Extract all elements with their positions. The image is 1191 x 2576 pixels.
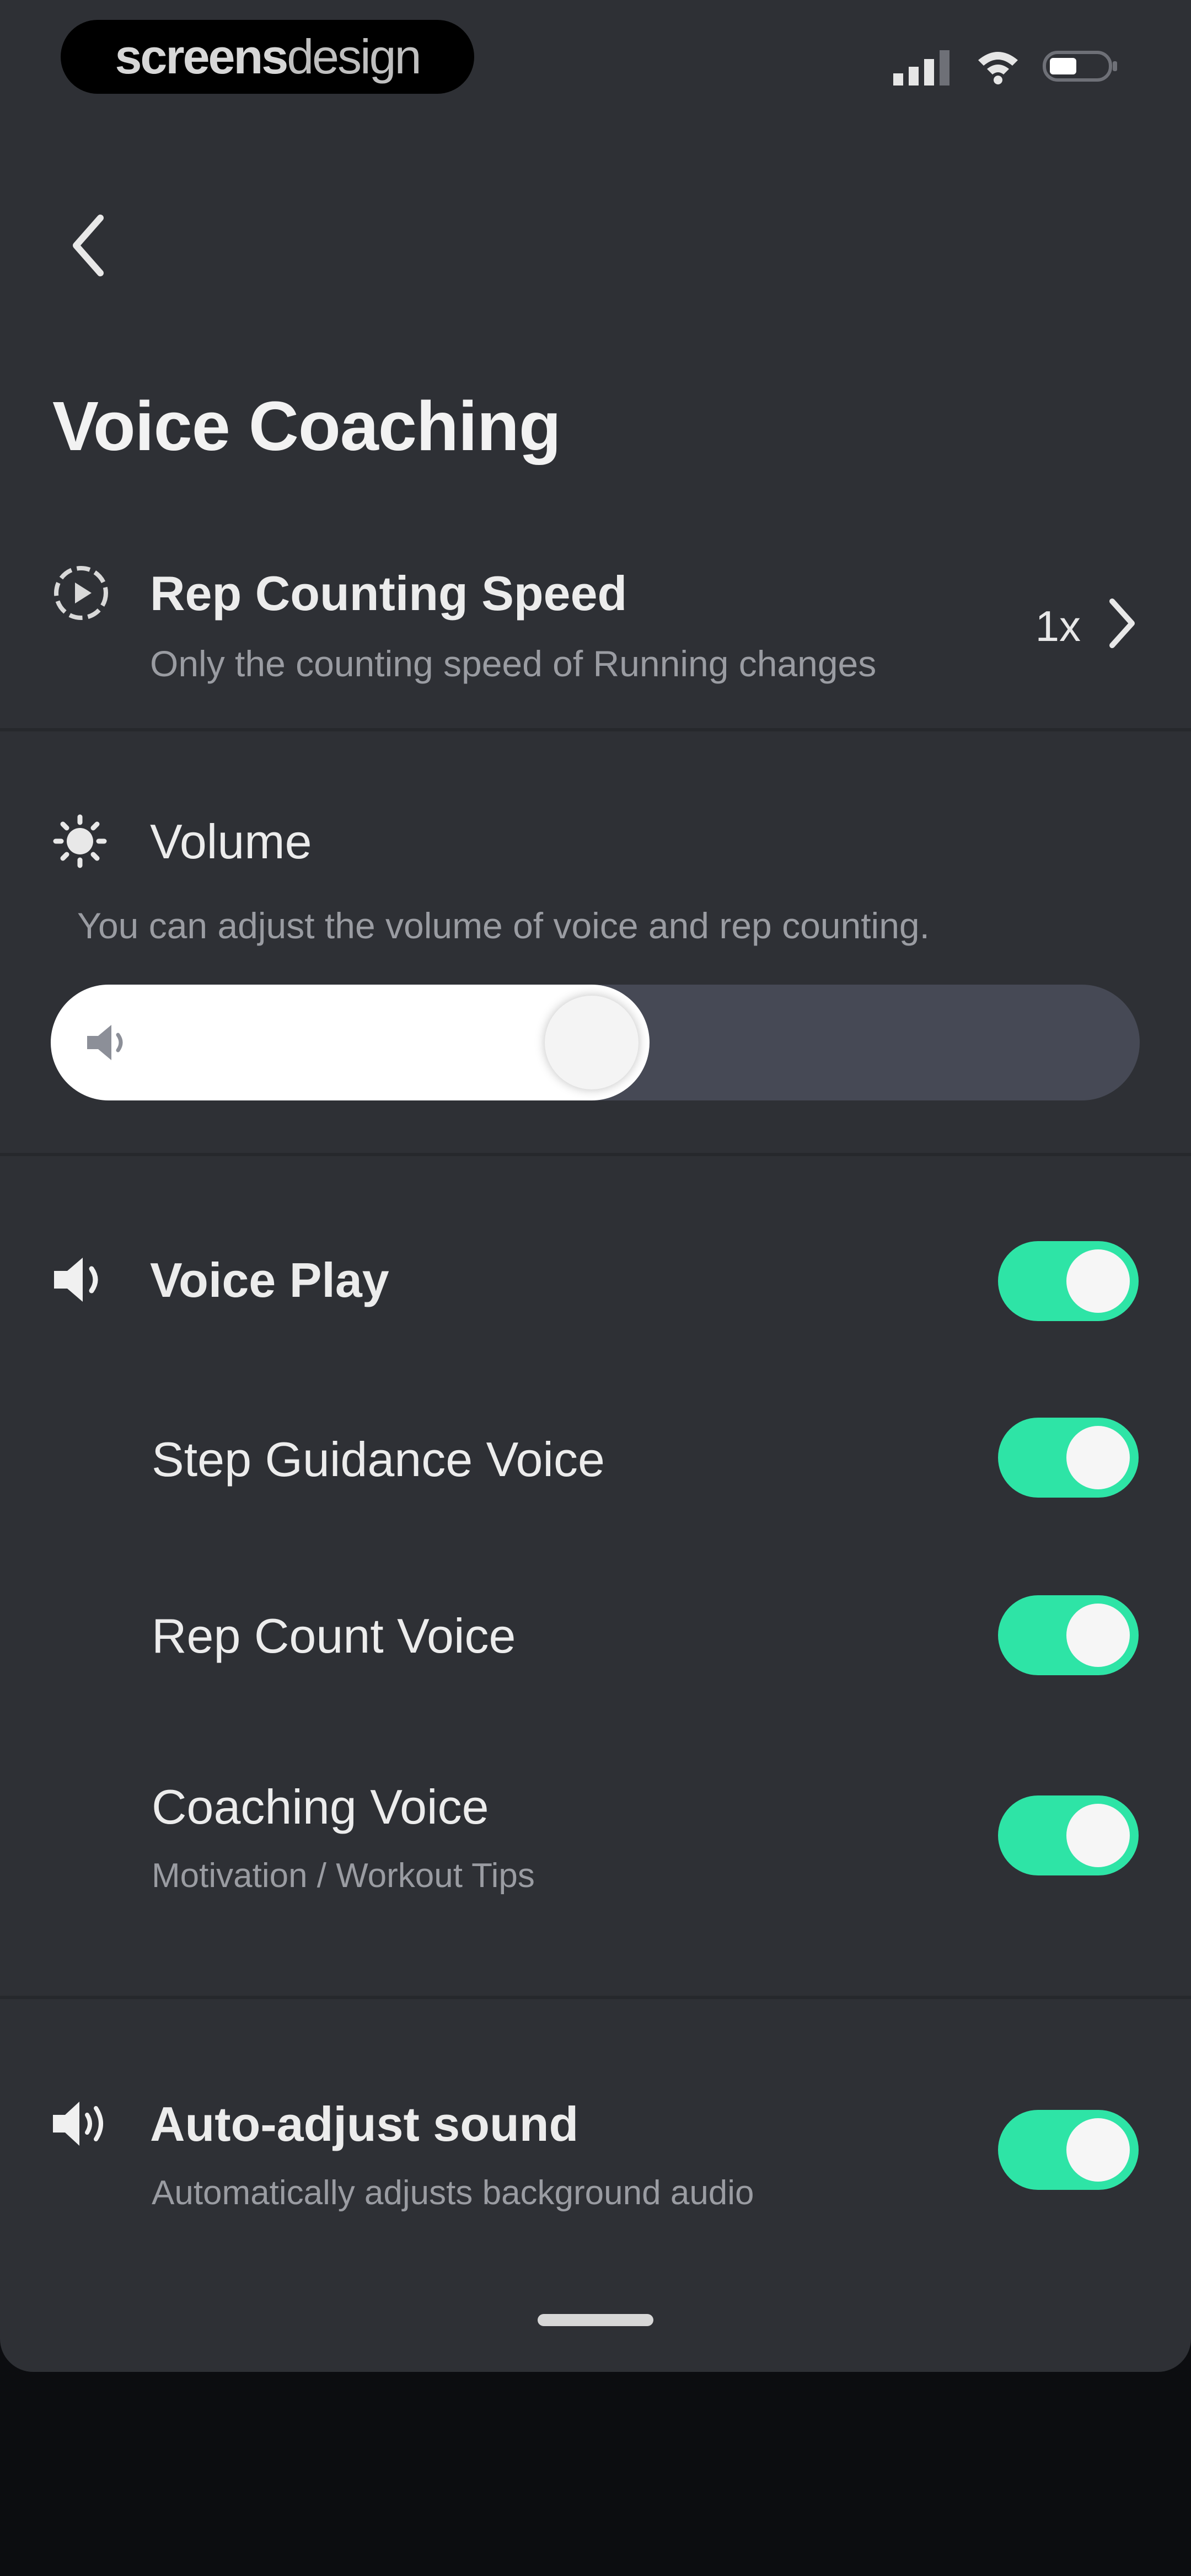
signal-icon <box>893 50 949 85</box>
auto-adjust-subtitle: Automatically adjusts background audio <box>152 2174 754 2212</box>
back-button[interactable] <box>55 210 121 281</box>
volume-subtitle: You can adjust the volume of voice and r… <box>77 905 930 946</box>
volume-title: Volume <box>150 814 312 869</box>
sun-icon <box>52 814 108 869</box>
home-indicator <box>538 2314 653 2326</box>
toggle-knob <box>1066 1604 1130 1667</box>
auto-adjust-toggle[interactable] <box>998 2110 1139 2190</box>
toggle-knob <box>1066 1249 1130 1313</box>
chevron-right-icon <box>1106 596 1139 654</box>
divider <box>0 1153 1191 1156</box>
toggle-knob <box>1066 1804 1130 1867</box>
rep-count-toggle[interactable] <box>998 1595 1139 1675</box>
rep-count-title: Rep Count Voice <box>152 1608 516 1663</box>
step-guidance-title: Step Guidance Voice <box>152 1432 605 1487</box>
auto-adjust-title: Auto-adjust sound <box>150 2097 579 2151</box>
brand-logo: screensdesign <box>61 20 474 94</box>
coaching-voice-subtitle: Motivation / Workout Tips <box>152 1857 535 1895</box>
chevron-left-icon <box>73 215 104 276</box>
divider <box>0 728 1191 731</box>
volume-slider-thumb[interactable] <box>545 996 639 1089</box>
coaching-voice-toggle[interactable] <box>998 1795 1139 1875</box>
wifi-icon <box>978 52 1018 84</box>
speaker-icon <box>84 1020 139 1067</box>
rep-speed-title: Rep Counting Speed <box>150 566 627 621</box>
rep-speed-value: 1x <box>1035 602 1081 650</box>
volume-slider[interactable] <box>51 985 1140 1100</box>
toggle-knob <box>1066 2118 1130 2182</box>
page-title: Voice Coaching <box>52 387 561 465</box>
speaker-icon <box>50 1252 116 1307</box>
step-guidance-toggle[interactable] <box>998 1418 1139 1498</box>
battery-icon <box>1043 51 1117 82</box>
brand-logo-light: design <box>287 29 421 84</box>
coaching-voice-title: Coaching Voice <box>152 1779 489 1834</box>
status-icons <box>893 44 1119 88</box>
play-circle-icon <box>51 563 111 623</box>
app-screen: screensdesign Voice Coaching Rep Countin… <box>0 0 1191 2372</box>
divider <box>0 1996 1191 1999</box>
voice-play-toggle[interactable] <box>998 1241 1139 1321</box>
rep-speed-subtitle: Only the counting speed of Running chang… <box>150 643 877 684</box>
brand-logo-bold: screens <box>115 29 288 84</box>
voice-play-title: Voice Play <box>150 1253 389 1307</box>
toggle-knob <box>1066 1426 1130 1489</box>
speaker-waves-icon <box>50 2096 116 2151</box>
